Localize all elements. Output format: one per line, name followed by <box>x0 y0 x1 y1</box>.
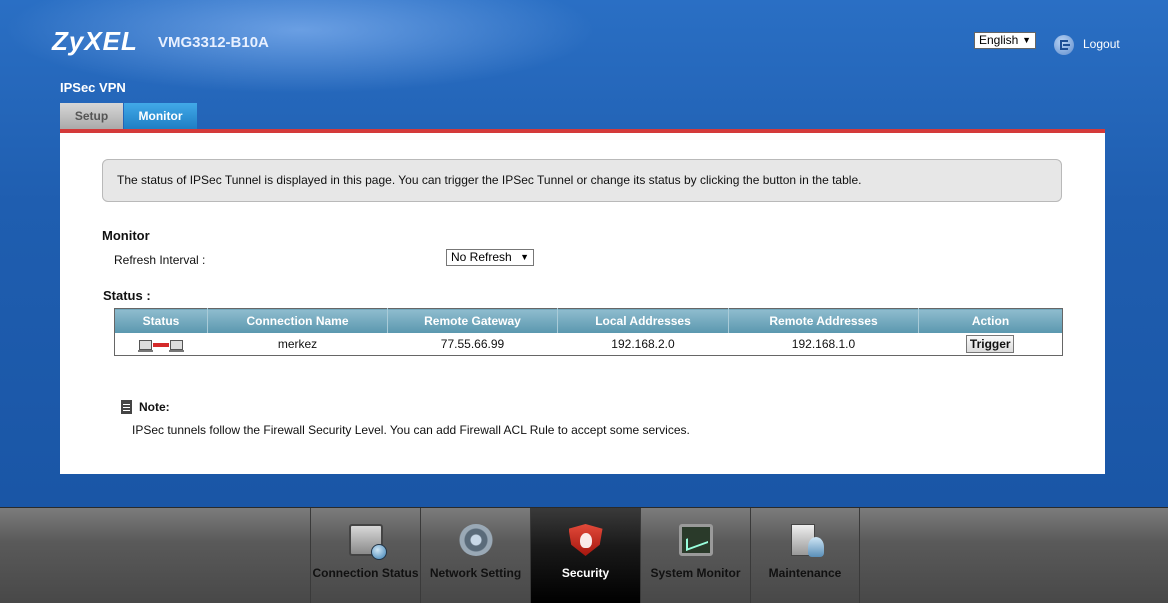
tab-monitor[interactable]: Monitor <box>124 103 197 129</box>
info-box: The status of IPSec Tunnel is displayed … <box>102 159 1062 202</box>
table-row: merkez 77.55.66.99 192.168.2.0 192.168.1… <box>115 333 1063 356</box>
brand-logo: ZyXEL <box>52 26 138 56</box>
trigger-button[interactable]: Trigger <box>966 335 1015 353</box>
column-header-remote-addresses: Remote Addresses <box>728 308 919 333</box>
nav-label: Security <box>561 566 610 580</box>
dropdown-arrow-icon: ▼ <box>520 252 529 262</box>
refresh-interval-select[interactable]: No Refresh ▼ <box>446 249 534 266</box>
ipsec-status-table: Status Connection Name Remote Gateway Lo… <box>114 308 1063 356</box>
security-icon <box>568 524 603 556</box>
column-header-connection-name: Connection Name <box>207 308 388 333</box>
note-title: Note: <box>139 400 170 414</box>
logout-icon[interactable] <box>1054 35 1074 55</box>
bottom-navigation: Connection Status Network Setting Securi… <box>0 507 1168 603</box>
tunnel-connected-icon <box>138 339 185 352</box>
status-cell <box>115 333 208 356</box>
page-title: IPSec VPN <box>60 80 126 95</box>
note-text: IPSec tunnels follow the Firewall Securi… <box>132 423 690 437</box>
device-model: VMG3312-B10A <box>158 34 269 51</box>
tab-setup[interactable]: Setup <box>60 103 123 129</box>
nav-label: Network Setting <box>429 566 522 580</box>
column-header-local-addresses: Local Addresses <box>557 308 729 333</box>
column-header-status: Status <box>114 308 208 333</box>
remote-gateway-cell: 77.55.66.99 <box>440 337 505 351</box>
nav-security[interactable]: Security <box>530 508 640 603</box>
refresh-interval-value: No Refresh <box>451 250 512 264</box>
nav-network-setting[interactable]: Network Setting <box>420 508 530 603</box>
action-cell: Trigger <box>919 333 1063 356</box>
nav-system-monitor[interactable]: System Monitor <box>640 508 750 603</box>
maintenance-icon <box>791 524 824 557</box>
status-heading: Status : <box>103 288 151 303</box>
connection-name-cell: merkez <box>277 337 318 351</box>
connection-status-icon <box>348 524 387 560</box>
nav-connection-status[interactable]: Connection Status <box>310 508 420 603</box>
monitor-heading: Monitor <box>102 228 150 243</box>
table-header-row: Status Connection Name Remote Gateway Lo… <box>114 308 1063 333</box>
refresh-interval-label: Refresh Interval : <box>114 253 206 267</box>
logout-link[interactable]: Logout <box>1083 37 1120 51</box>
system-monitor-icon <box>678 524 713 556</box>
nav-label: Connection Status <box>312 566 419 580</box>
remote-addresses-cell: 192.168.1.0 <box>791 337 856 351</box>
nav-label: System Monitor <box>650 566 741 580</box>
nav-maintenance[interactable]: Maintenance <box>750 508 860 603</box>
computer-icon <box>169 339 185 352</box>
dropdown-arrow-icon: ▼ <box>1022 35 1031 45</box>
local-addresses-cell: 192.168.2.0 <box>611 337 675 351</box>
note-icon <box>121 400 132 414</box>
language-select[interactable]: English ▼ <box>974 32 1036 49</box>
tunnel-link-icon <box>153 342 170 347</box>
content-panel: The status of IPSec Tunnel is displayed … <box>60 133 1105 474</box>
nav-label: Maintenance <box>768 566 842 580</box>
computer-icon <box>138 339 154 352</box>
column-header-remote-gateway: Remote Gateway <box>387 308 558 333</box>
network-setting-icon <box>458 524 493 556</box>
language-value: English <box>979 33 1019 47</box>
column-header-action: Action <box>918 308 1063 333</box>
